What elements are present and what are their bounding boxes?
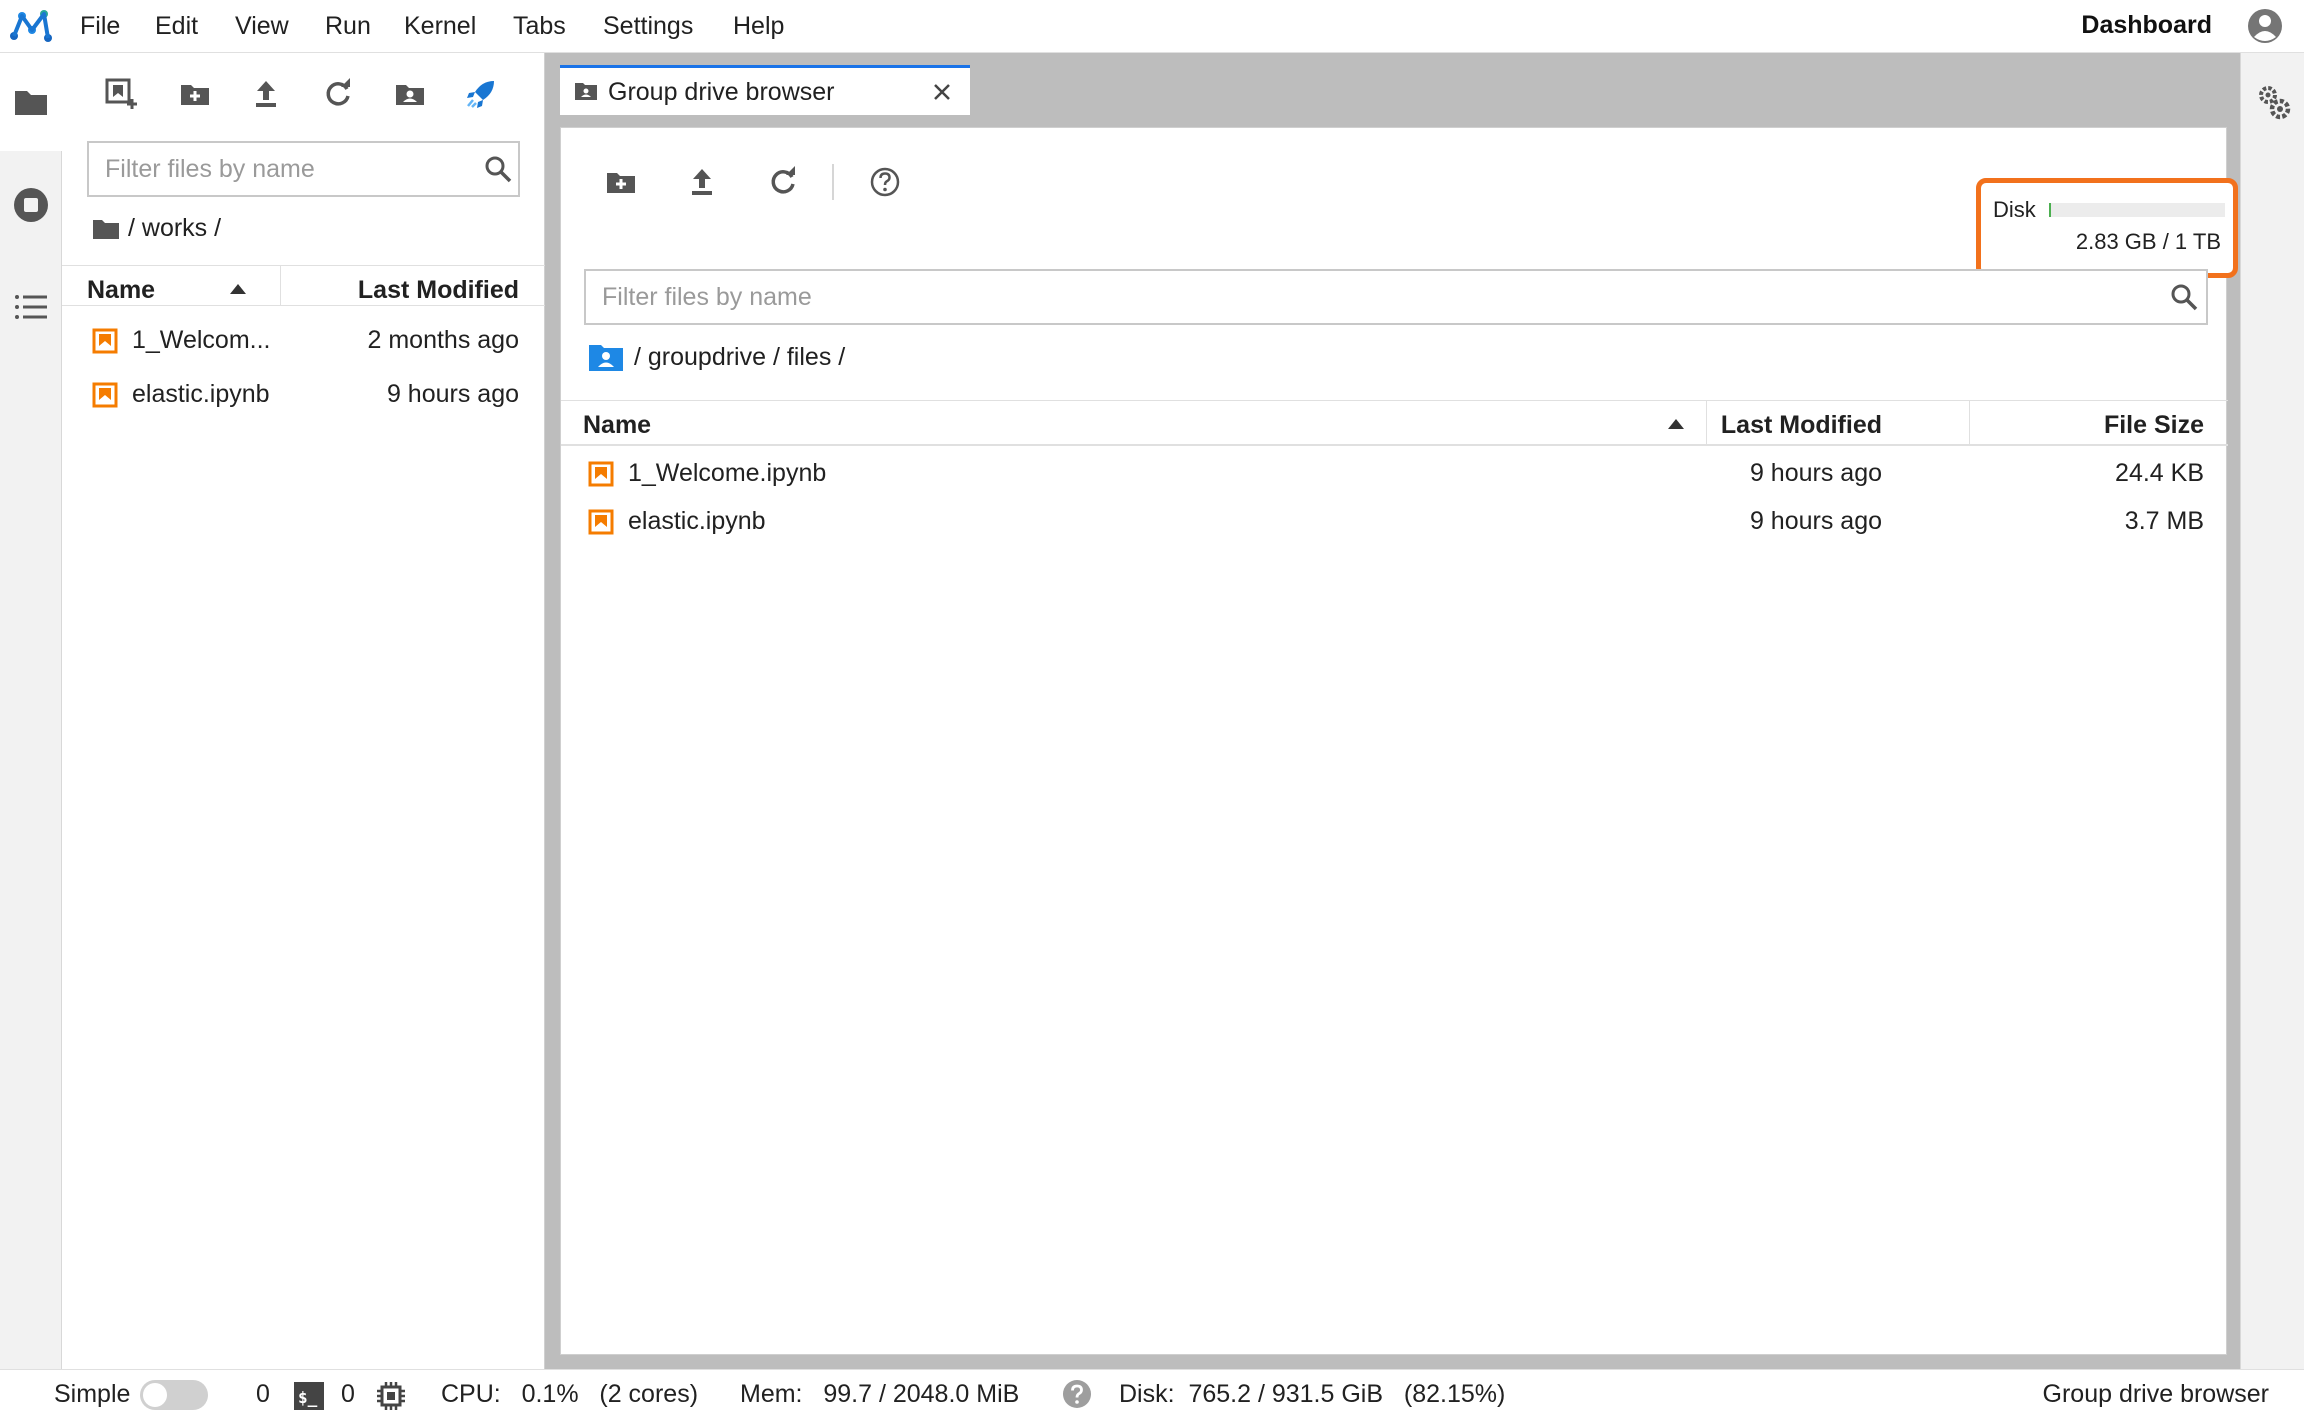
menu-view[interactable]: View (235, 12, 289, 41)
dashboard-link[interactable]: Dashboard (2081, 11, 2212, 40)
help-icon[interactable] (868, 165, 902, 199)
notebook-icon (588, 509, 614, 535)
terminals-count[interactable]: 0 (341, 1380, 355, 1409)
new-folder-icon[interactable] (604, 165, 638, 199)
right-sidebar (2240, 53, 2304, 1369)
close-icon[interactable] (932, 82, 952, 102)
upload-icon[interactable] (685, 165, 719, 199)
main-file-name[interactable]: elastic.ipynb (628, 507, 766, 536)
group-drive-content: Disk 2.83 GB / 1 TB / groupdrive / files… (560, 127, 2238, 1355)
menu-help[interactable]: Help (733, 12, 784, 41)
main-filter-input[interactable] (602, 271, 2162, 323)
left-breadcrumb: / works / (92, 214, 221, 243)
cpu-chip-icon (377, 1382, 405, 1410)
shared-folder-icon[interactable] (393, 77, 427, 111)
menu-edit[interactable]: Edit (155, 12, 198, 41)
left-file-modified: 9 hours ago (386, 380, 519, 408)
left-breadcrumb-path[interactable]: / works / (128, 214, 221, 243)
new-launcher-icon[interactable] (104, 77, 138, 111)
disk-usage-indicator: Disk 2.83 GB / 1 TB (1976, 178, 2238, 278)
disk-usage-text: 2.83 GB / 1 TB (2075, 229, 2221, 254)
search-icon[interactable] (483, 154, 513, 184)
main-breadcrumb-path[interactable]: / groupdrive / files / (634, 343, 845, 372)
help-icon[interactable] (1062, 1379, 1092, 1409)
left-filter-input[interactable] (105, 143, 475, 195)
disk-usage-bar (2049, 203, 2225, 217)
user-account-icon[interactable] (2246, 7, 2284, 45)
simple-mode-toggle[interactable] (140, 1380, 208, 1410)
menu-file[interactable]: File (80, 12, 120, 41)
sort-ascending-icon (1668, 419, 1684, 429)
app-logo-icon[interactable] (6, 6, 54, 46)
main-file-modified: 9 hours ago (1749, 459, 1882, 487)
main-file-name[interactable]: 1_Welcome.ipynb (628, 459, 826, 488)
left-header-last-modified[interactable]: Last Modified (358, 276, 519, 305)
toolbar-divider (832, 164, 834, 200)
notebook-icon (92, 382, 118, 408)
disk-usage-fill (2049, 203, 2051, 217)
notebook-icon (92, 328, 118, 354)
left-header-name[interactable]: Name (87, 276, 155, 305)
disk-label: Disk (1993, 197, 2036, 222)
menu-settings[interactable]: Settings (603, 12, 693, 41)
main-filter-box (584, 269, 2208, 325)
menu-kernel[interactable]: Kernel (404, 12, 476, 41)
menu-bar: File Edit View Run Kernel Tabs Settings … (0, 0, 2304, 53)
status-bar: Simple 0 $_ 0 CPU: 0.1% (2 cores) Mem: 9… (0, 1369, 2304, 1416)
terminal-icon[interactable]: $_ (294, 1382, 324, 1410)
shared-folder-icon[interactable] (588, 342, 624, 372)
main-file-size: 3.7 MB (2124, 507, 2204, 535)
new-folder-icon[interactable] (178, 77, 212, 111)
upload-icon[interactable] (249, 77, 283, 111)
sort-ascending-icon (230, 284, 246, 294)
left-file-name[interactable]: 1_Welcom... (132, 326, 270, 355)
main-header-name[interactable]: Name (583, 411, 651, 440)
table-of-contents-icon[interactable] (12, 288, 50, 326)
menu-run[interactable]: Run (325, 12, 371, 41)
main-breadcrumb: / groupdrive / files / (588, 342, 845, 372)
refresh-icon[interactable] (321, 77, 355, 111)
main-file-modified: 9 hours ago (1749, 507, 1882, 535)
main-header-file-size[interactable]: File Size (2104, 411, 2204, 440)
menu-tabs[interactable]: Tabs (513, 12, 566, 41)
left-file-name[interactable]: elastic.ipynb (132, 380, 270, 409)
left-filter-box (87, 141, 520, 197)
active-tab-label: Group drive browser (2042, 1380, 2269, 1408)
refresh-icon[interactable] (766, 165, 800, 199)
search-icon[interactable] (2169, 282, 2199, 312)
kernels-count[interactable]: 0 (256, 1380, 270, 1409)
folder-icon (15, 91, 47, 115)
activity-bar (0, 53, 62, 1369)
disk-usage-status: Disk: 765.2 / 931.5 GiB (82.15%) (1119, 1380, 1506, 1408)
folder-icon[interactable] (92, 217, 120, 241)
main-dock: Group drive browser Disk 2.83 GB / 1 TB … (545, 53, 2240, 1369)
simple-mode-label: Simple (54, 1380, 131, 1408)
svg-text:$_: $_ (298, 1388, 318, 1407)
rocket-icon[interactable] (464, 77, 498, 111)
memory-usage: Mem: 99.7 / 2048.0 MiB (740, 1380, 1020, 1408)
main-file-size: 24.4 KB (2115, 459, 2204, 487)
running-kernels-icon[interactable] (12, 186, 50, 224)
cpu-usage: CPU: 0.1% (2 cores) (441, 1380, 699, 1408)
property-inspector-gears-icon[interactable] (2256, 83, 2292, 123)
activity-file-browser[interactable] (0, 53, 62, 151)
main-header-last-modified[interactable]: Last Modified (1721, 411, 1882, 440)
tab-title[interactable]: Group drive browser (608, 78, 834, 107)
left-file-modified: 2 months ago (367, 326, 520, 354)
shared-folder-icon (575, 83, 597, 100)
notebook-icon (588, 461, 614, 487)
tab-group-drive-browser[interactable]: Group drive browser (560, 65, 970, 115)
file-browser-panel: / works / Name Last Modified 1_Welcom...… (62, 53, 545, 1369)
